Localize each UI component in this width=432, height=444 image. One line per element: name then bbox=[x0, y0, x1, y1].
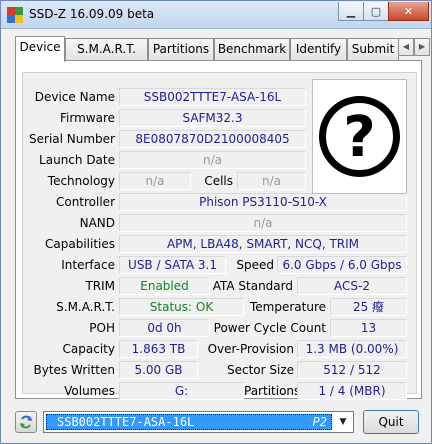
controller-label: Controller bbox=[55, 195, 115, 209]
over-provision-value: 1.3 MB (0.00%) bbox=[297, 340, 407, 358]
launch-date-value: n/a bbox=[119, 151, 306, 169]
capacity-value: 1.863 TB bbox=[119, 340, 198, 358]
refresh-button[interactable] bbox=[15, 411, 37, 433]
trim-label: TRIM bbox=[85, 279, 115, 293]
launch-date-label: Launch Date bbox=[39, 153, 115, 167]
smart-label: S.M.A.R.T. bbox=[56, 300, 115, 314]
ata-standard-label: ATA Standard bbox=[212, 279, 293, 293]
title-bar[interactable]: SSD-Z 16.09.09 beta ▁ ▢ ✕ bbox=[1, 1, 431, 29]
firmware-value: SAFM32.3 bbox=[119, 109, 306, 127]
quit-button[interactable]: Quit bbox=[363, 410, 419, 434]
drive-select[interactable]: SSB002TTTE7-ASA-16L P2 ▼ bbox=[43, 411, 354, 433]
tab-scroll-arrows: ◀ ▶ bbox=[398, 38, 430, 58]
ata-standard-value: ACS-2 bbox=[297, 277, 407, 295]
tab-scroll-right-icon[interactable]: ▶ bbox=[414, 38, 430, 56]
app-icon bbox=[7, 7, 23, 23]
poh-value: 0d 0h bbox=[119, 319, 210, 337]
interface-value: USB / SATA 3.1 bbox=[119, 256, 226, 274]
device-panel: Device Name SSB002TTTE7-ASA-16L Firmware… bbox=[15, 60, 422, 400]
tab-partitions[interactable]: Partitions bbox=[148, 38, 214, 60]
bytes-written-value: 5.00 GB bbox=[119, 361, 198, 379]
speed-value: 6.0 Gbps / 6.0 Gbps bbox=[277, 256, 407, 274]
tab-scroll-left-icon[interactable]: ◀ bbox=[398, 38, 414, 56]
temperature-label: Temperature bbox=[249, 300, 326, 314]
bytes-written-label: Bytes Written bbox=[33, 363, 115, 377]
serial-number-value: 8E0807870D2100008405 bbox=[119, 130, 306, 148]
tab-smart[interactable]: S.M.A.R.T. bbox=[65, 38, 148, 60]
sector-size-label: Sector Size bbox=[226, 363, 294, 377]
device-name-label: Device Name bbox=[34, 90, 115, 104]
tab-strip: Device S.M.A.R.T. Partitions Benchmark I… bbox=[15, 36, 430, 62]
partitions-value: 1 / 4 (MBR) bbox=[297, 382, 407, 400]
device-logo: ? bbox=[312, 79, 407, 194]
volumes-label: Volumes bbox=[64, 384, 115, 398]
device-name-value: SSB002TTTE7-ASA-16L bbox=[119, 88, 306, 106]
cells-label: Cells bbox=[204, 174, 233, 188]
question-mark-icon: ? bbox=[319, 96, 400, 177]
tab-identify[interactable]: Identify bbox=[290, 38, 347, 60]
question-mark-glyph: ? bbox=[343, 105, 375, 170]
tab-benchmark[interactable]: Benchmark bbox=[214, 38, 290, 60]
capabilities-value: APM, LBA48, SMART, NCQ, TRIM bbox=[119, 235, 407, 253]
nand-label: NAND bbox=[79, 216, 115, 230]
serial-number-label: Serial Number bbox=[29, 132, 115, 146]
trim-value: Enabled bbox=[119, 277, 210, 295]
interface-label: Interface bbox=[61, 258, 115, 272]
volumes-value: G: bbox=[119, 382, 244, 400]
temperature-value: 25 癈 bbox=[330, 298, 407, 316]
refresh-icon bbox=[20, 415, 32, 429]
smart-status-value: Status: OK bbox=[119, 298, 244, 316]
minimize-button[interactable]: ▁ bbox=[338, 2, 364, 21]
speed-label: Speed bbox=[236, 258, 274, 272]
tab-submit[interactable]: Submit bbox=[347, 38, 399, 60]
partitions-label: Partitions bbox=[244, 384, 301, 398]
window-title: SSD-Z 16.09.09 beta bbox=[29, 7, 155, 21]
selected-drive: SSB002TTTE7-ASA-16L P2 bbox=[46, 414, 332, 430]
firmware-label: Firmware bbox=[60, 111, 115, 125]
maximize-button[interactable]: ▢ bbox=[363, 2, 389, 21]
power-cycle-count-value: 13 bbox=[330, 319, 407, 337]
app-window: SSD-Z 16.09.09 beta ▁ ▢ ✕ Device S.M.A.R… bbox=[0, 0, 432, 444]
nand-value: n/a bbox=[119, 214, 407, 232]
chevron-down-icon[interactable]: ▼ bbox=[333, 412, 353, 432]
technology-value: n/a bbox=[119, 172, 191, 190]
technology-label: Technology bbox=[47, 174, 115, 188]
power-cycle-count-label: Power Cycle Count bbox=[213, 321, 326, 335]
capacity-label: Capacity bbox=[62, 342, 115, 356]
sector-size-value: 512 / 512 bbox=[297, 361, 407, 379]
tab-device[interactable]: Device bbox=[15, 36, 65, 62]
footer-bar: SSB002TTTE7-ASA-16L P2 ▼ Quit bbox=[1, 405, 431, 443]
capabilities-label: Capabilities bbox=[45, 237, 115, 251]
cells-value: n/a bbox=[237, 172, 306, 190]
close-button[interactable]: ✕ bbox=[388, 2, 429, 21]
selected-drive-suffix: P2 bbox=[312, 415, 327, 429]
poh-label: POH bbox=[89, 321, 115, 335]
over-provision-label: Over-Provision bbox=[207, 342, 294, 356]
controller-value: Phison PS3110-S10-X bbox=[119, 193, 407, 211]
device-info-group: Device Name SSB002TTTE7-ASA-16L Firmware… bbox=[22, 72, 417, 400]
selected-drive-name: SSB002TTTE7-ASA-16L bbox=[57, 415, 195, 429]
